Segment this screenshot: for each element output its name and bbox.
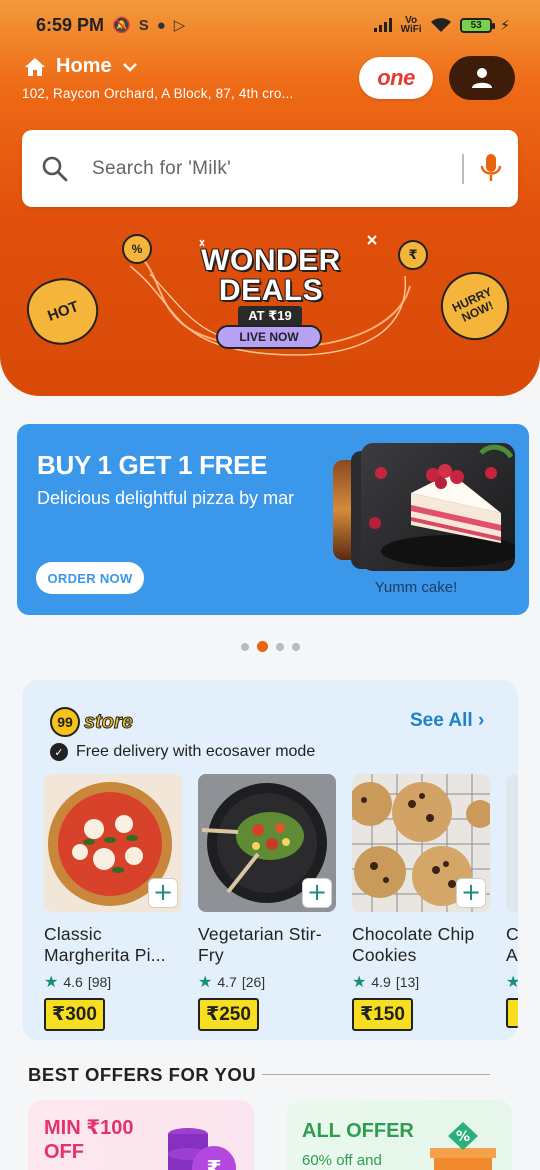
product-price: ₹150 — [352, 998, 413, 1031]
see-all-button[interactable]: See All › — [410, 710, 484, 732]
profile-button[interactable] — [449, 56, 515, 100]
promo-subtitle: Delicious delightful pizza by mar — [37, 488, 295, 508]
vowifi-label: Vo WiFi — [400, 15, 422, 35]
location-address[interactable]: 102, Raycon Orchard, A Block, 87, 4th cr… — [22, 86, 293, 101]
review-count: [26] — [241, 974, 266, 990]
carousel-dots — [0, 641, 540, 652]
product-card[interactable]: + Vegetarian Stir-Fry ★ 4.7 [26] ₹250 — [198, 774, 336, 1031]
product-name: Classic Margherita Pi... — [44, 924, 166, 965]
charging-icon: ⚡ — [500, 16, 510, 33]
wonder-deals-banner[interactable]: % ₹ HOT WONDER DEALS AT ₹19 LIVE NOW HUR… — [0, 226, 540, 376]
offer-subtitle: 60% off and — [302, 1152, 382, 1169]
home-icon — [25, 57, 45, 76]
carousel-dot[interactable] — [275, 642, 284, 651]
percent-coin-icon: % — [122, 234, 152, 264]
location-selector[interactable]: Home — [24, 55, 138, 78]
battery-icon: 53 — [460, 17, 496, 33]
status-time: 6:59 PM — [36, 14, 105, 35]
offer-title: MIN ₹100 OFF — [44, 1117, 134, 1163]
product-name: C A — [506, 924, 518, 965]
price-tag: AT ₹19 — [238, 306, 302, 326]
offer-title: ALL OFFER — [302, 1120, 414, 1142]
store-logo-text: store — [84, 710, 134, 733]
location-title: Home — [56, 55, 112, 77]
see-all-label: See All — [410, 710, 473, 731]
gift-box-icon: % — [430, 1122, 496, 1170]
star-icon: ★ — [352, 974, 367, 991]
promo-banner[interactable]: BUY 1 GET 1 FREE Delicious delightful pi… — [17, 424, 529, 615]
product-rating: ★ 4.7 [26] — [198, 972, 336, 992]
product-name: Chocolate Chip Cookies — [352, 924, 475, 965]
rating-value: 4.9 — [371, 974, 391, 990]
product-price: ₹300 — [44, 998, 105, 1031]
product-price: ₹250 — [198, 998, 259, 1031]
offer-card-all-offer[interactable]: ALL OFFER 60% off and % — [286, 1100, 512, 1170]
app-screen: 6:59 PM 🔕 S ● ▷ Vo WiFi 53 ⚡ Home 102, R… — [0, 0, 540, 1170]
offer-card-min-off[interactable]: MIN ₹100 OFF ₹ — [28, 1100, 254, 1170]
star-icon: ★ — [506, 974, 518, 991]
wonder-deals-title: WONDER DEALS — [201, 244, 341, 307]
star-icon: ★ — [198, 974, 213, 991]
product-rating: ★ 4.9 [13] — [352, 972, 490, 992]
mute-icon: 🔕 — [112, 17, 131, 34]
one-label: one — [377, 65, 415, 90]
wifi-icon — [431, 18, 452, 32]
header: 6:59 PM 🔕 S ● ▷ Vo WiFi 53 ⚡ Home 102, R… — [0, 0, 540, 396]
play-icon: ▷ — [173, 17, 186, 34]
cake-image — [361, 443, 515, 571]
stir-fry-image: + — [198, 774, 336, 912]
carousel-dot[interactable] — [240, 642, 249, 651]
search-input[interactable] — [92, 157, 432, 180]
app-notification-icon: ● — [156, 16, 166, 34]
rating-value: 4.7 — [217, 974, 237, 990]
ecosaver-note: ✓ Free delivery with ecosaver mode — [50, 743, 315, 761]
cake-caption: Yumm cake! — [374, 579, 458, 596]
coins-icon: ₹ — [168, 1128, 236, 1170]
search-divider — [462, 154, 464, 184]
promo-title: BUY 1 GET 1 FREE — [37, 450, 268, 480]
live-now-badge: LIVE NOW — [216, 325, 322, 349]
carousel-dot[interactable] — [291, 642, 300, 651]
store-logo-number: 99 — [50, 707, 80, 737]
cookies-image: + — [352, 774, 490, 912]
status-bar: 6:59 PM 🔕 S ● ▷ Vo WiFi 53 ⚡ — [36, 12, 510, 38]
mic-icon[interactable] — [480, 152, 502, 184]
order-now-button[interactable]: ORDER NOW — [36, 562, 144, 594]
product-card[interactable]: + Classic Margherita Pi... ★ 4.6 [98] ₹3… — [44, 774, 182, 1031]
product-price — [506, 998, 518, 1028]
search-bar[interactable] — [22, 130, 518, 207]
pizza-image: + — [44, 774, 182, 912]
chevron-down-icon — [122, 62, 137, 72]
add-to-cart-button[interactable]: + — [456, 878, 486, 908]
svg-text:%: % — [456, 1129, 470, 1145]
ecosaver-text: Free delivery with ecosaver mode — [76, 743, 316, 760]
add-to-cart-button[interactable]: + — [302, 878, 332, 908]
store-logo: 99 store — [50, 707, 133, 737]
product-rating: ★ 4.6 [98] — [44, 972, 182, 992]
user-icon — [472, 68, 492, 88]
rating-value: 4.6 — [63, 974, 83, 990]
chevron-right-icon: › — [477, 710, 485, 731]
search-icon — [42, 156, 68, 181]
s-app-icon: S — [138, 16, 149, 34]
product-rating: ★ — [506, 972, 518, 992]
product-card-partial[interactable]: C A ★ — [506, 774, 518, 1033]
product-name: Vegetarian Stir-Fry — [198, 924, 322, 965]
star-icon: ★ — [44, 974, 59, 991]
product-image — [506, 774, 518, 912]
svg-text:₹: ₹ — [206, 1157, 221, 1170]
one-membership-button[interactable]: one — [359, 57, 433, 99]
add-to-cart-button[interactable]: + — [148, 878, 178, 908]
signal-icon — [374, 18, 393, 32]
product-card[interactable]: + Chocolate Chip Cookies ★ 4.9 [13] ₹150 — [352, 774, 490, 1031]
review-count: [98] — [87, 974, 112, 990]
status-right: Vo WiFi 53 ⚡ — [374, 15, 510, 35]
check-circle-icon: ✓ — [50, 743, 68, 761]
rupee-coin-icon: ₹ — [398, 240, 428, 270]
section-divider — [262, 1074, 490, 1075]
best-offers-title: BEST OFFERS FOR YOU — [28, 1064, 257, 1085]
store-section: 99 store See All › ✓ Free delivery with … — [22, 680, 518, 1040]
carousel-dot-active[interactable] — [256, 641, 268, 652]
review-count: [13] — [395, 974, 420, 990]
